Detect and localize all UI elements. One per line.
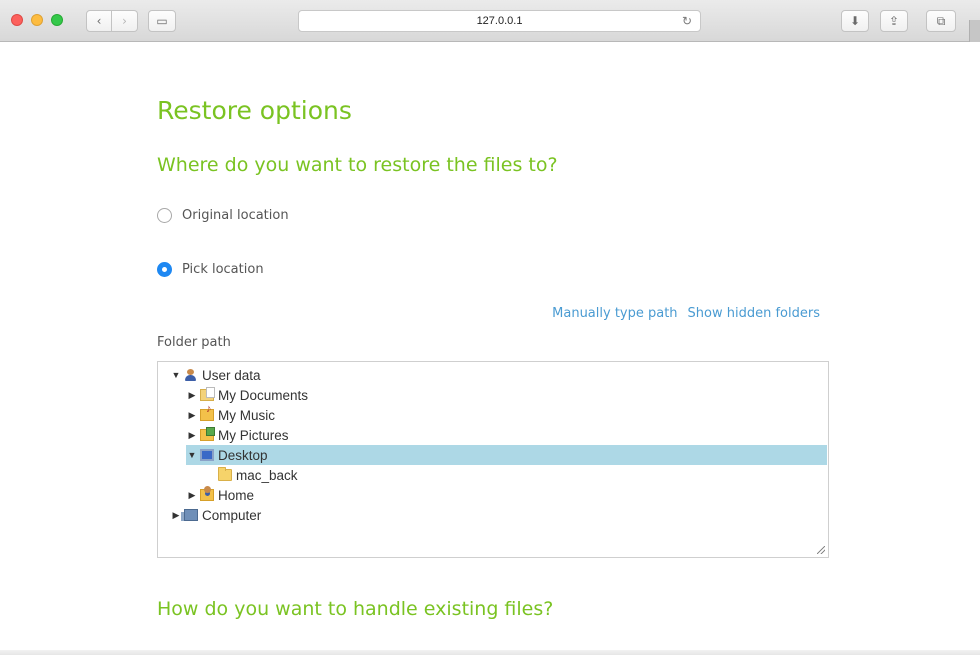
home-folder-icon: [200, 486, 214, 501]
tree-item-computer[interactable]: ▶ Computer: [170, 505, 262, 525]
window-bottom-edge: [0, 650, 980, 655]
sidebar-toggle-button[interactable]: ▭: [148, 10, 176, 32]
folder-tree[interactable]: ▼ User data ▶ My Documents ▶ My Music ▶ …: [157, 361, 829, 558]
share-button[interactable]: ⇪: [880, 10, 908, 32]
tree-item-mac-back[interactable]: mac_back: [216, 465, 298, 485]
sidebar-icon: ▭: [156, 14, 168, 28]
tabs-icon: ⧉: [936, 13, 946, 28]
expand-arrow-icon[interactable]: ▶: [186, 430, 198, 441]
restore-location-heading: Where do you want to restore the files t…: [157, 154, 558, 176]
collapse-arrow-icon[interactable]: ▼: [186, 450, 198, 460]
close-window-button[interactable]: [11, 14, 23, 26]
tree-item-label: Computer: [202, 507, 262, 523]
page-title: Restore options: [157, 96, 352, 125]
tree-item-label: My Documents: [218, 387, 309, 403]
pick-location-label: Pick location: [182, 262, 264, 277]
tree-item-user-data[interactable]: ▼ User data: [170, 365, 261, 385]
documents-folder-icon: [200, 387, 215, 401]
manually-type-path-link[interactable]: Manually type path: [552, 306, 677, 321]
download-icon: ⬇: [849, 14, 861, 28]
resize-handle[interactable]: [817, 546, 825, 554]
show-hidden-folders-link[interactable]: Show hidden folders: [688, 306, 820, 321]
forward-button[interactable]: ›: [112, 10, 138, 32]
pictures-folder-icon: [200, 427, 215, 441]
radio-button-checked[interactable]: [157, 262, 172, 277]
browser-toolbar: ‹ › ▭ 127.0.0.1 ↻ ⬇ ⇪ ⧉: [0, 0, 980, 42]
tree-item-label: mac_back: [236, 467, 298, 483]
tree-item-my-music[interactable]: ▶ My Music: [186, 403, 275, 425]
page-content: [0, 42, 980, 655]
folder-path-label: Folder path: [157, 335, 231, 350]
back-button[interactable]: ‹: [86, 10, 112, 32]
minimize-window-button[interactable]: [31, 14, 43, 26]
address-bar[interactable]: 127.0.0.1 ↻: [298, 10, 701, 32]
tree-item-label: My Music: [218, 407, 275, 423]
user-icon: [184, 369, 198, 381]
original-location-option[interactable]: Original location: [157, 208, 289, 223]
pick-location-option[interactable]: Pick location: [157, 262, 264, 277]
reload-icon[interactable]: ↻: [682, 14, 692, 28]
music-folder-icon: [200, 403, 214, 421]
chevron-right-icon: ›: [122, 14, 127, 28]
tree-item-label: User data: [202, 367, 261, 383]
path-links: Manually type path Show hidden folders: [552, 306, 820, 321]
folder-icon: [218, 467, 232, 481]
tree-item-my-documents[interactable]: ▶ My Documents: [186, 385, 308, 405]
toolbar-edge: [969, 20, 980, 42]
expand-arrow-icon[interactable]: ▼: [170, 370, 182, 380]
share-icon: ⇪: [888, 14, 900, 28]
zoom-window-button[interactable]: [51, 14, 63, 26]
tree-item-home[interactable]: ▶ Home: [186, 485, 254, 505]
tree-item-desktop[interactable]: ▼ Desktop: [186, 445, 827, 465]
downloads-button[interactable]: ⬇: [841, 10, 869, 32]
chevron-left-icon: ‹: [96, 14, 102, 28]
radio-button-unchecked[interactable]: [157, 208, 172, 223]
url-text: 127.0.0.1: [476, 15, 523, 27]
expand-arrow-icon[interactable]: ▶: [186, 390, 198, 401]
expand-arrow-icon[interactable]: ▶: [186, 490, 198, 501]
desktop-icon: [200, 449, 214, 461]
computer-icon: [181, 509, 198, 521]
expand-arrow-icon[interactable]: ▶: [186, 410, 198, 421]
navigation-buttons: ‹ ›: [86, 10, 138, 32]
tree-item-label: Desktop: [218, 447, 268, 463]
tabs-overview-button[interactable]: ⧉: [926, 10, 956, 32]
tree-item-label: Home: [218, 487, 255, 503]
existing-files-heading: How do you want to handle existing files…: [157, 598, 554, 620]
tree-item-label: My Pictures: [218, 427, 289, 443]
tree-item-my-pictures[interactable]: ▶ My Pictures: [186, 425, 289, 445]
original-location-label: Original location: [182, 208, 289, 223]
